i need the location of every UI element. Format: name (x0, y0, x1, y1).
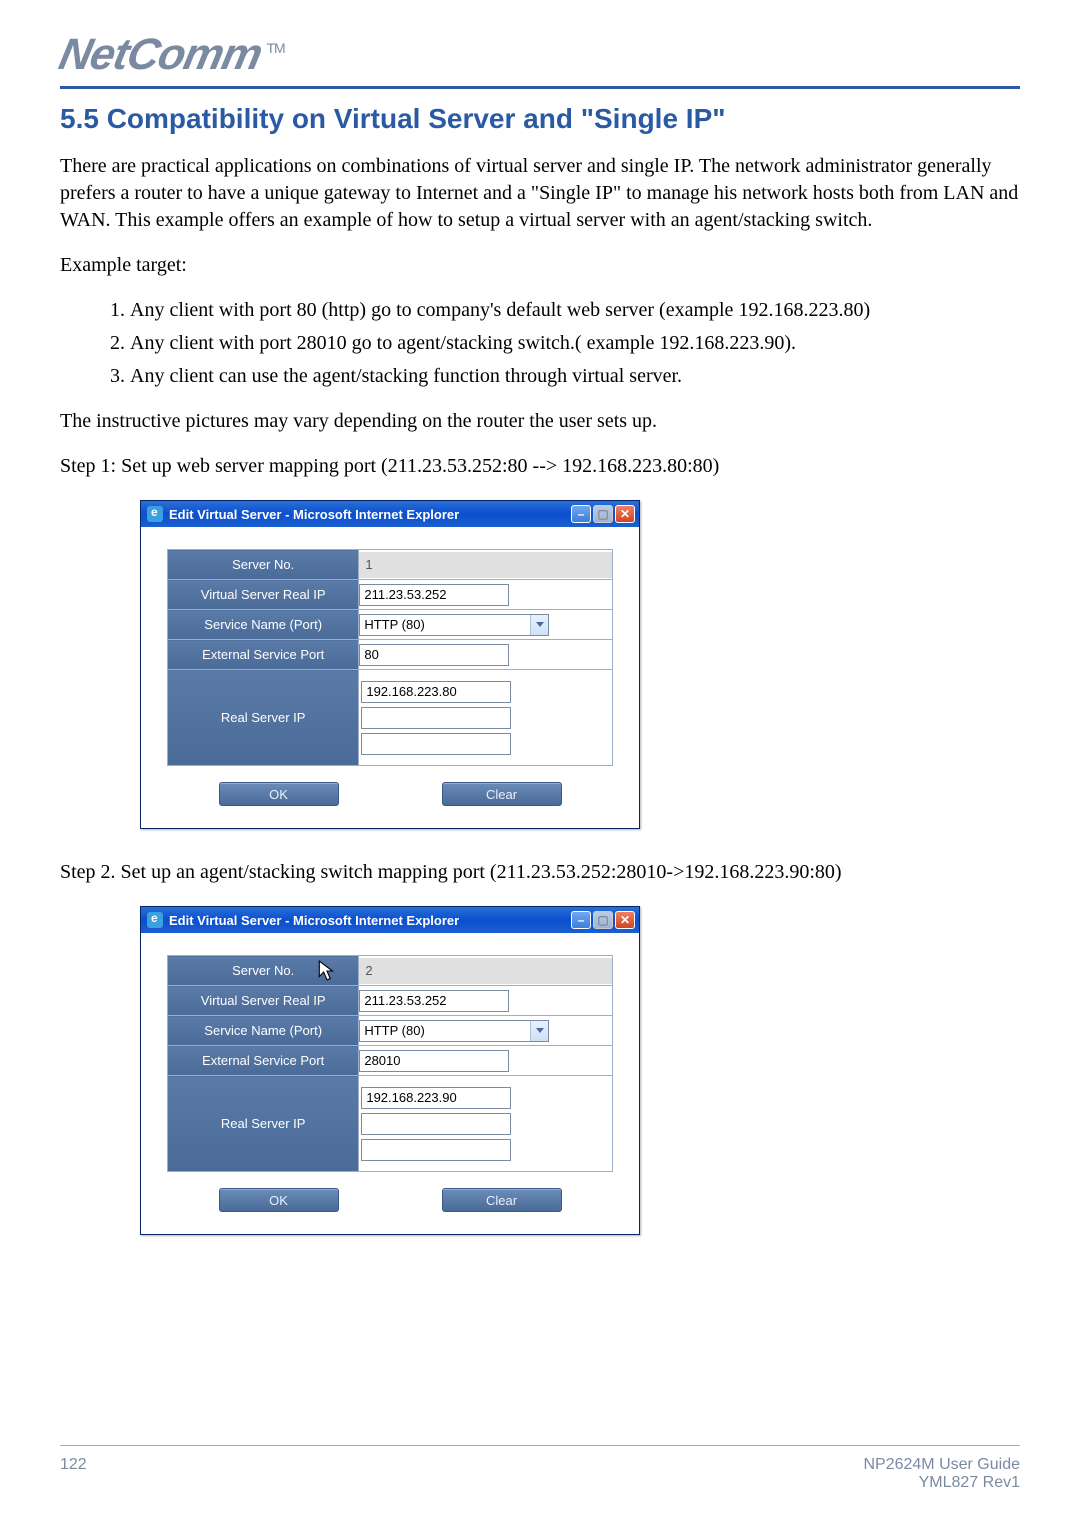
label-real-server-ip: Real Server IP (168, 670, 359, 766)
window-titlebar[interactable]: Edit Virtual Server - Microsoft Internet… (141, 907, 639, 933)
close-button[interactable]: ✕ (615, 911, 635, 929)
window-title: Edit Virtual Server - Microsoft Internet… (169, 913, 571, 928)
label-server-no: Server No. (168, 550, 359, 580)
label-server-no: Server No. (168, 956, 359, 986)
ok-button[interactable]: OK (219, 1188, 339, 1212)
maximize-button: ▢ (593, 505, 613, 523)
dialog-window: Edit Virtual Server - Microsoft Internet… (140, 500, 640, 829)
external-service-port-field[interactable] (359, 1050, 509, 1072)
label-real-ip: Virtual Server Real IP (168, 580, 359, 610)
close-button[interactable]: ✕ (615, 505, 635, 523)
label-ext-port: External Service Port (168, 640, 359, 670)
step2-text: Step 2. Set up an agent/stacking switch … (60, 859, 1020, 886)
example-target-list: Any client with port 80 (http) go to com… (130, 297, 1020, 390)
example-target-label: Example target: (60, 252, 1020, 279)
guide-name: NP2624M User Guide (863, 1456, 1020, 1474)
ie-icon (147, 912, 163, 928)
minimize-button[interactable]: – (571, 505, 591, 523)
label-service-name: Service Name (Port) (168, 610, 359, 640)
virtual-server-real-ip-field[interactable] (359, 584, 509, 606)
dialog-window: Edit Virtual Server - Microsoft Internet… (140, 906, 640, 1235)
window-title: Edit Virtual Server - Microsoft Internet… (169, 507, 571, 522)
real-server-ip-field-1[interactable] (361, 1087, 511, 1109)
revision: YML827 Rev1 (863, 1474, 1020, 1492)
virtual-server-form: Server No. Virtual Server Real IP Servic… (167, 549, 613, 766)
label-service-name: Service Name (Port) (168, 1016, 359, 1046)
clear-button[interactable]: Clear (442, 1188, 562, 1212)
cursor-icon (318, 960, 336, 982)
server-no-field (359, 958, 612, 984)
intro-paragraph: There are practical applications on comb… (60, 153, 1020, 234)
label-ext-port: External Service Port (168, 1046, 359, 1076)
window-titlebar[interactable]: Edit Virtual Server - Microsoft Internet… (141, 501, 639, 527)
minimize-button[interactable]: – (571, 911, 591, 929)
real-server-ip-field-1[interactable] (361, 681, 511, 703)
chevron-down-icon (530, 615, 548, 635)
clear-button[interactable]: Clear (442, 782, 562, 806)
real-server-ip-field-2[interactable] (361, 707, 511, 729)
real-server-ip-field-3[interactable] (361, 1139, 511, 1161)
header-divider (60, 86, 1020, 89)
list-item: Any client can use the agent/stacking fu… (130, 363, 1020, 390)
list-item: Any client with port 80 (http) go to com… (130, 297, 1020, 324)
chevron-down-icon (530, 1021, 548, 1041)
list-item: Any client with port 28010 go to agent/s… (130, 330, 1020, 357)
server-no-field (359, 552, 612, 578)
real-server-ip-field-3[interactable] (361, 733, 511, 755)
virtual-server-form: Server No. Virtual Server Real IP Servic… (167, 955, 613, 1172)
label-real-ip: Virtual Server Real IP (168, 986, 359, 1016)
service-name-select[interactable]: HTTP (80) (359, 614, 549, 636)
page-footer: 122 NP2624M User Guide YML827 Rev1 (60, 1445, 1020, 1492)
ie-icon (147, 506, 163, 522)
page-number: 122 (60, 1456, 87, 1492)
ok-button[interactable]: OK (219, 782, 339, 806)
maximize-button: ▢ (593, 911, 613, 929)
step1-text: Step 1: Set up web server mapping port (… (60, 453, 1020, 480)
real-server-ip-field-2[interactable] (361, 1113, 511, 1135)
section-title: 5.5 Compatibility on Virtual Server and … (60, 103, 1020, 135)
external-service-port-field[interactable] (359, 644, 509, 666)
service-name-select[interactable]: HTTP (80) (359, 1020, 549, 1042)
note-paragraph: The instructive pictures may vary depend… (60, 408, 1020, 435)
brand-logo: NetCommTM (55, 30, 289, 80)
label-real-server-ip: Real Server IP (168, 1076, 359, 1172)
virtual-server-real-ip-field[interactable] (359, 990, 509, 1012)
